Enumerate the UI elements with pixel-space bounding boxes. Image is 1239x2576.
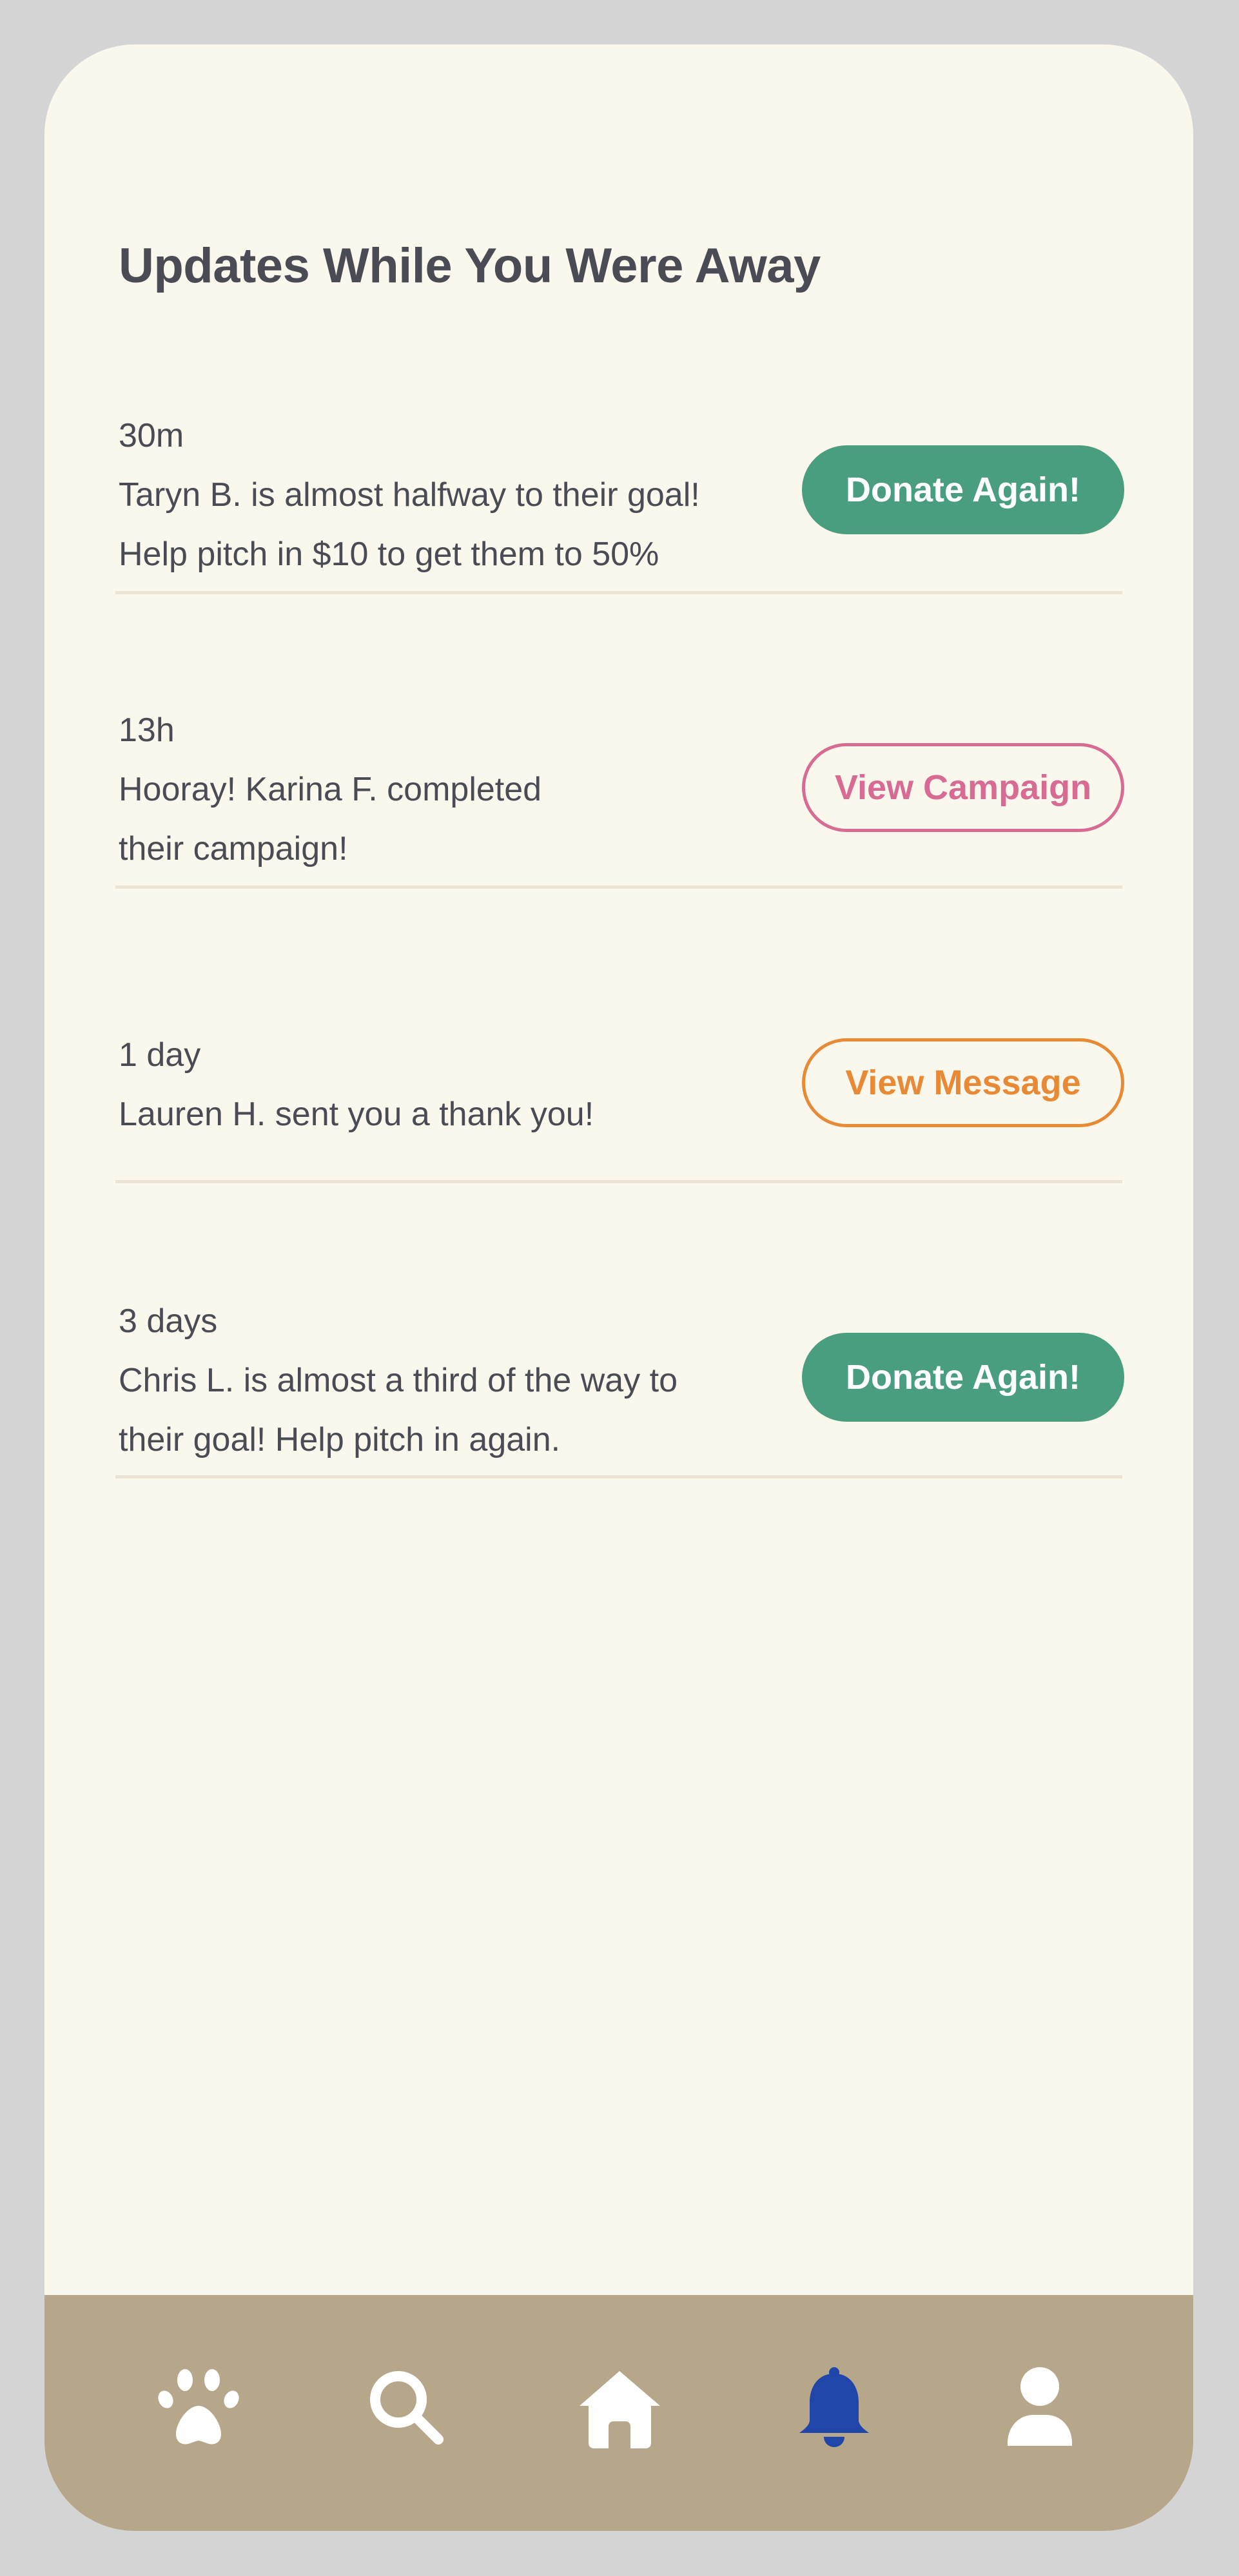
update-time: 13h xyxy=(119,712,175,749)
search-icon xyxy=(370,2371,444,2445)
nav-item-notifications[interactable] xyxy=(789,2363,879,2453)
update-time: 30m xyxy=(119,417,184,454)
page-title: Updates While You Were Away xyxy=(119,238,821,293)
donate-again-button[interactable]: Donate Again! xyxy=(802,1333,1124,1422)
update-time: 1 day xyxy=(119,1036,201,1074)
nav-item-profile[interactable] xyxy=(995,2363,1085,2453)
view-message-button[interactable]: View Message xyxy=(802,1038,1124,1127)
profile-icon xyxy=(1008,2367,1072,2446)
nav-item-home[interactable] xyxy=(574,2363,665,2453)
update-item: 1 day Lauren H. sent you a thank you! Vi… xyxy=(119,1025,1124,1154)
update-text: 1 day Lauren H. sent you a thank you! xyxy=(119,1025,763,1144)
update-item: 30m Taryn B. is almost halfway to their … xyxy=(119,406,1124,599)
device-frame: Updates While You Were Away 30m Taryn B.… xyxy=(0,0,1239,2576)
update-item: 3 days Chris L. is almost a third of the… xyxy=(119,1292,1124,1485)
update-item: 13h Hooray! Karina F. completed their ca… xyxy=(119,701,1124,894)
nav-item-pets[interactable] xyxy=(153,2363,244,2453)
paw-icon xyxy=(158,2369,239,2445)
update-text: 3 days Chris L. is almost a third of the… xyxy=(119,1292,763,1469)
bottom-navigation-bar xyxy=(44,2295,1193,2531)
update-message-line: Chris L. is almost a third of the way to xyxy=(119,1362,678,1399)
donate-again-button[interactable]: Donate Again! xyxy=(802,445,1124,534)
update-message-line: their campaign! xyxy=(119,830,348,867)
divider xyxy=(115,1180,1122,1183)
bell-icon xyxy=(799,2367,869,2447)
update-text: 13h Hooray! Karina F. completed their ca… xyxy=(119,701,763,878)
update-time: 3 days xyxy=(119,1303,218,1340)
update-message-line: Taryn B. is almost halfway to their goal… xyxy=(119,476,700,514)
update-message-line: Hooray! Karina F. completed xyxy=(119,771,542,808)
divider xyxy=(115,886,1122,889)
update-text: 30m Taryn B. is almost halfway to their … xyxy=(119,406,763,584)
update-message-line: Lauren H. sent you a thank you! xyxy=(119,1096,594,1133)
update-message-line: Help pitch in $10 to get them to 50% xyxy=(119,536,659,573)
divider xyxy=(115,591,1122,594)
nav-item-search[interactable] xyxy=(362,2363,452,2453)
divider xyxy=(115,1475,1122,1478)
update-message-line: their goal! Help pitch in again. xyxy=(119,1421,561,1458)
app-screen: Updates While You Were Away 30m Taryn B.… xyxy=(44,44,1193,2531)
home-icon xyxy=(579,2371,660,2448)
view-campaign-button[interactable]: View Campaign xyxy=(802,743,1124,832)
